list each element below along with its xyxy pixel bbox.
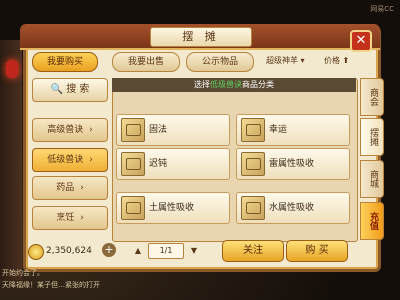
list-item[interactable]: 水属性吸收 — [236, 192, 350, 224]
chevron-right-icon: › — [80, 213, 84, 223]
side-tab-stall[interactable]: 摆摊 — [360, 118, 384, 156]
item-name: 迟钝 — [149, 159, 168, 169]
item-name: 土属性吸收 — [149, 203, 195, 213]
category-label: 烹饪 — [56, 213, 75, 223]
list-item[interactable]: 迟钝 — [116, 148, 230, 180]
search-button[interactable]: 🔍 搜 索 — [32, 78, 108, 102]
side-tab-commerce[interactable]: 商会 — [360, 78, 384, 116]
chat-line: 开始约会了。 — [2, 269, 44, 277]
watermark: 网易CC — [370, 5, 394, 13]
list-item[interactable]: 固法 — [116, 114, 230, 146]
scroll-icon — [121, 152, 145, 176]
search-label: 搜 索 — [66, 84, 90, 95]
scroll-icon — [121, 196, 145, 220]
page-indicator: 1/1 — [148, 243, 184, 259]
pet-select-label: 超级神羊 — [266, 56, 298, 65]
money-amount: 2,350,624 — [46, 246, 92, 256]
price-sort-button[interactable]: 价格 ⬆ — [320, 53, 353, 69]
prev-page-button[interactable]: ▲ — [132, 245, 144, 257]
coin-icon — [28, 244, 44, 260]
chevron-right-icon: › — [89, 125, 93, 135]
category-label: 药品 — [56, 183, 75, 193]
scroll-icon — [241, 152, 265, 176]
lantern-icon — [6, 60, 18, 78]
header-suffix: 商品分类 — [242, 80, 274, 89]
tab-sell[interactable]: 我要出售 — [112, 52, 180, 72]
item-name: 水属性吸收 — [269, 203, 315, 213]
tab-buy[interactable]: 我要购买 — [32, 52, 98, 72]
list-item[interactable]: 土属性吸收 — [116, 192, 230, 224]
category-label: 低级兽诀 — [47, 155, 84, 165]
follow-button[interactable]: 关注 — [222, 240, 284, 262]
scroll-icon — [241, 196, 265, 220]
item-name: 雷属性吸收 — [269, 159, 315, 169]
close-button[interactable]: ✕ — [350, 30, 372, 52]
chevron-down-icon: ▾ — [300, 56, 305, 65]
tab-public[interactable]: 公示物品 — [186, 52, 254, 72]
next-page-button[interactable]: ▼ — [188, 245, 200, 257]
chevron-right-icon: › — [80, 183, 84, 193]
list-item[interactable]: 幸运 — [236, 114, 350, 146]
category-medicine[interactable]: 药品 › — [32, 176, 108, 200]
list-item[interactable]: 雷属性吸收 — [236, 148, 350, 180]
side-tab-recharge[interactable]: 充值 — [360, 202, 384, 240]
scroll-icon — [241, 118, 265, 142]
item-name: 固法 — [149, 125, 168, 135]
list-header: 选择低级兽诀商品分类 — [112, 78, 356, 92]
category-cooking[interactable]: 烹饪 › — [32, 206, 108, 230]
chevron-right-icon: › — [89, 155, 93, 165]
header-prefix: 选择 — [194, 80, 210, 89]
pet-select-dropdown[interactable]: 超级神羊 ▾ — [262, 53, 309, 69]
scroll-icon — [121, 118, 145, 142]
chat-line: 天降福缘！某子但…紧张的打开 — [2, 281, 100, 289]
category-advanced-skill[interactable]: 高级兽诀 › — [32, 118, 108, 142]
side-tab-mall[interactable]: 商城 — [360, 160, 384, 198]
header-category: 低级兽诀 — [210, 80, 242, 89]
buy-button[interactable]: 购 买 — [286, 240, 348, 262]
add-money-button[interactable]: + — [102, 243, 116, 257]
window-title: 摆 摊 — [150, 27, 252, 47]
category-basic-skill[interactable]: 低级兽诀 › — [32, 148, 108, 172]
item-name: 幸运 — [269, 125, 288, 135]
category-label: 高级兽诀 — [47, 125, 84, 135]
search-icon: 🔍 — [50, 84, 64, 95]
